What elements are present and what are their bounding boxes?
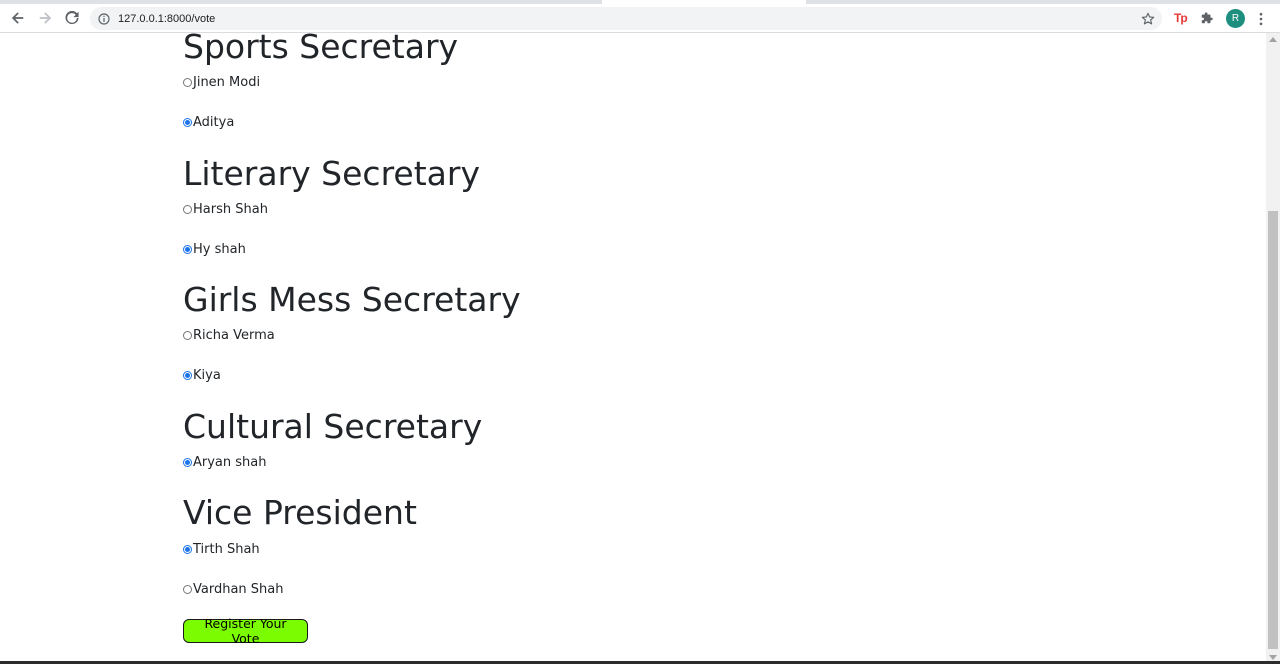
scroll-up-icon[interactable] [1269, 37, 1277, 42]
option-aditya[interactable]: Aditya [183, 113, 234, 131]
tp-extension-icon[interactable]: Tp [1174, 11, 1190, 27]
option-label: Vardhan Shah [193, 581, 284, 597]
radio-hy-shah[interactable] [183, 244, 192, 254]
section-title-sports: Sports Secretary [183, 33, 459, 66]
radio-jinen-modi[interactable] [183, 77, 192, 87]
forward-icon[interactable] [35, 8, 55, 28]
register-vote-button[interactable]: Register Your Vote [183, 616, 308, 646]
reload-icon[interactable] [62, 8, 82, 28]
address-bar[interactable]: 127.0.0.1:8000/vote [90, 7, 1162, 30]
star-icon[interactable] [1140, 11, 1156, 27]
radio-richa-verma[interactable] [183, 330, 192, 340]
option-label: Kiya [193, 367, 221, 383]
scroll-down-icon[interactable] [1269, 655, 1277, 660]
scrollbar-thumb[interactable] [1268, 211, 1278, 649]
option-kiya[interactable]: Kiya [183, 366, 221, 384]
option-vardhan-shah[interactable]: Vardhan Shah [183, 580, 284, 598]
option-jinen-modi[interactable]: Jinen Modi [183, 73, 260, 91]
option-richa-verma[interactable]: Richa Verma [183, 326, 275, 344]
back-icon[interactable] [8, 8, 28, 28]
option-label: Richa Verma [193, 327, 275, 343]
browser-toolbar: 127.0.0.1:8000/vote Tp R [0, 4, 1280, 33]
radio-aditya[interactable] [183, 117, 192, 127]
option-harsh-shah[interactable]: Harsh Shah [183, 200, 268, 218]
avatar[interactable]: R [1226, 9, 1245, 28]
page-viewport: Sports Secretary Jinen Modi Aditya Liter… [0, 33, 1266, 664]
section-title-cultural: Cultural Secretary [183, 407, 483, 446]
radio-aryan-shah[interactable] [183, 457, 192, 467]
puzzle-icon[interactable] [1200, 11, 1216, 27]
info-icon[interactable] [98, 12, 110, 25]
section-title-literary: Literary Secretary [183, 154, 480, 193]
option-label: Jinen Modi [193, 74, 261, 90]
radio-tirth-shah[interactable] [183, 544, 192, 554]
section-title-vice-president: Vice President [183, 493, 417, 532]
menu-dots-icon[interactable] [1254, 11, 1268, 27]
option-aryan-shah[interactable]: Aryan shah [183, 453, 267, 471]
option-hy-shah[interactable]: Hy shah [183, 240, 246, 258]
option-tirth-shah[interactable]: Tirth Shah [183, 540, 260, 558]
section-title-girls-mess: Girls Mess Secretary [183, 280, 521, 319]
url-text[interactable]: 127.0.0.1:8000/vote [118, 13, 215, 25]
option-label: Aryan shah [193, 454, 267, 470]
vertical-scrollbar[interactable] [1266, 33, 1280, 664]
radio-kiya[interactable] [183, 370, 192, 380]
option-label: Harsh Shah [193, 201, 268, 217]
radio-harsh-shah[interactable] [183, 204, 192, 214]
option-label: Aditya [193, 114, 235, 130]
option-label: Tirth Shah [193, 541, 260, 557]
option-label: Hy shah [193, 241, 246, 257]
radio-vardhan-shah[interactable] [183, 584, 192, 594]
